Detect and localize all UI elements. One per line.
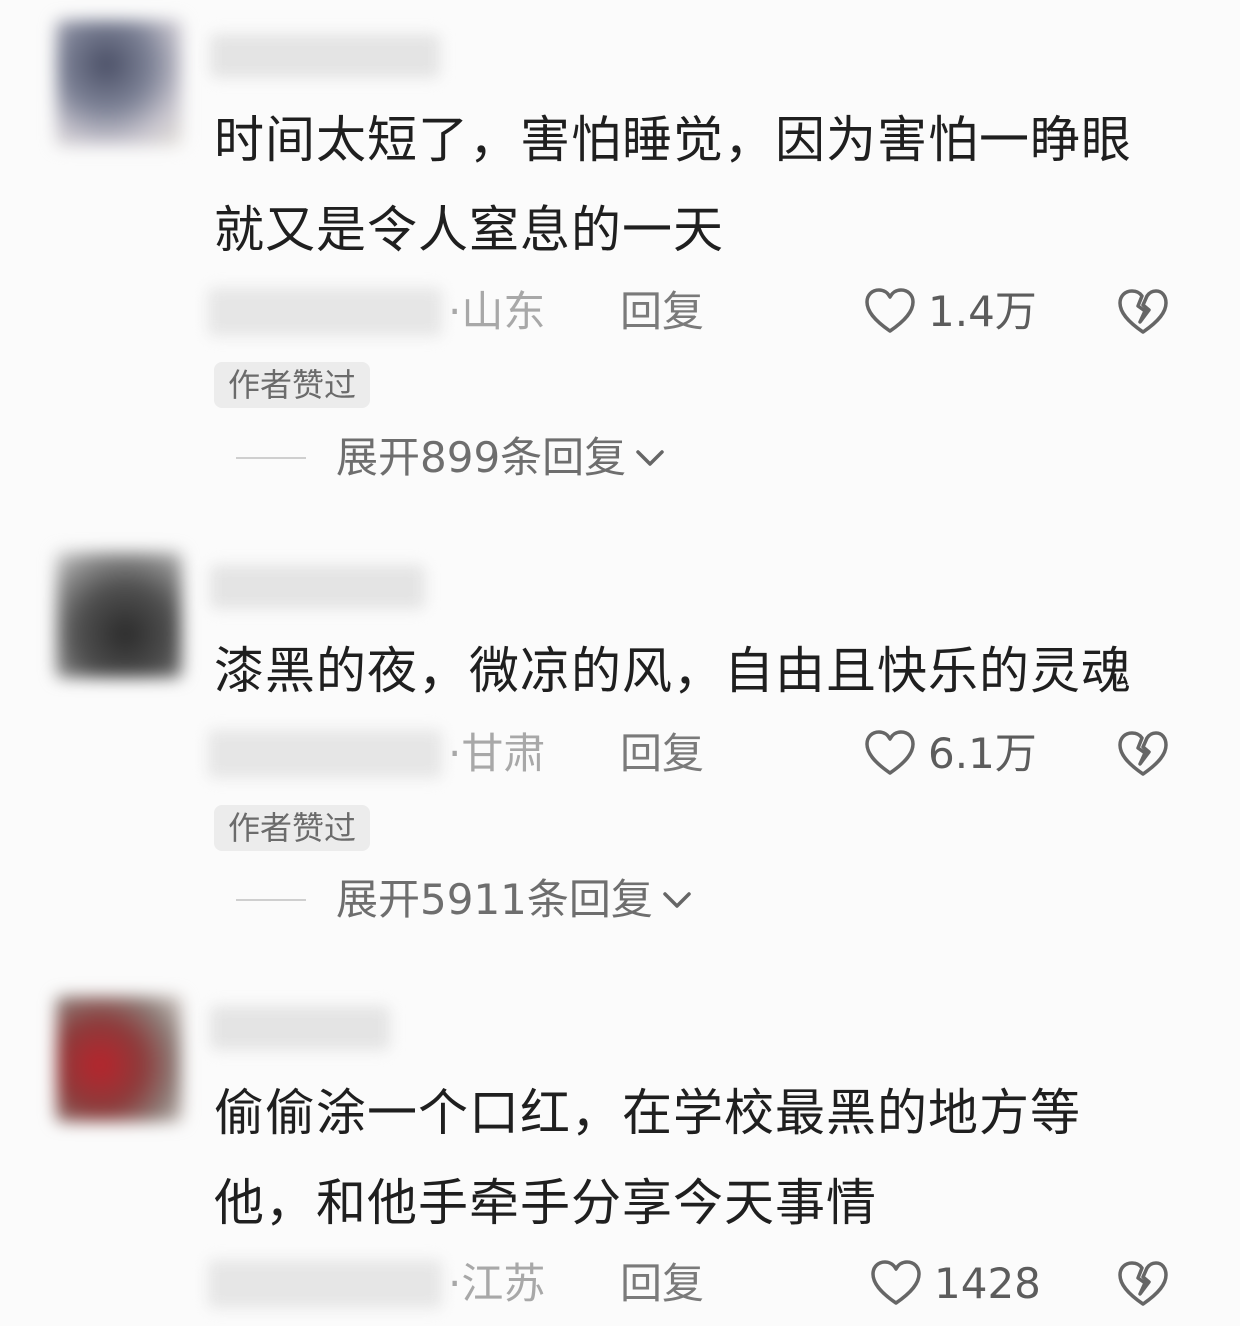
broken-heart-icon[interactable] — [1114, 1256, 1172, 1314]
like-count: 1.4万 — [928, 287, 1037, 336]
reply-button[interactable]: 回复 — [620, 282, 704, 342]
broken-heart-icon[interactable] — [1114, 284, 1172, 342]
comment-text-line: 就又是令人窒息的一天 — [214, 201, 724, 259]
comment-text-line: 时间太短了，害怕睡觉，因为害怕一睁眼 — [214, 111, 1132, 169]
timestamp-blurred — [208, 288, 442, 336]
comment-text-line: 漆黑的夜，微凉的风，自由且快乐的灵魂 — [214, 642, 1132, 700]
divider-line — [236, 457, 306, 459]
divider-line — [236, 899, 306, 901]
expand-replies-label: 展开899条回复 — [336, 428, 670, 488]
comment-meta: ·山东 回复 1.4万 — [0, 282, 1240, 342]
avatar[interactable] — [56, 20, 182, 146]
author-liked-badge: 作者赞过 — [214, 805, 371, 851]
location-label: ·江苏 — [448, 1259, 546, 1308]
comment-text-line: 他，和他手牵手分享今天事情 — [214, 1174, 877, 1232]
like-count: 1428 — [934, 1259, 1041, 1308]
like-button[interactable]: 6.1万 — [862, 724, 1037, 784]
like-button[interactable]: 1.4万 — [862, 282, 1037, 342]
avatar[interactable] — [56, 996, 182, 1122]
timestamp-blurred — [208, 730, 442, 778]
heart-outline-icon — [865, 730, 915, 775]
location-label: ·甘肃 — [448, 729, 546, 778]
comment-text-line: 偷偷涂一个口红，在学校最黑的地方等 — [214, 1084, 1081, 1142]
username-blurred[interactable] — [210, 565, 425, 609]
expand-replies-button[interactable]: 展开5911条回复 — [0, 870, 1240, 930]
chevron-down-icon — [636, 449, 664, 466]
reply-button[interactable]: 回复 — [620, 1254, 704, 1314]
comment-text: 漆黑的夜，微凉的风，自由且快乐的灵魂 — [214, 626, 1174, 716]
expand-replies-button[interactable]: 展开899条回复 — [0, 428, 1240, 488]
author-liked-badge: 作者赞过 — [214, 362, 371, 408]
comment-text: 时间太短了，害怕睡觉，因为害怕一睁眼 就又是令人窒息的一天 — [214, 95, 1174, 275]
comment-meta: ·甘肃 回复 6.1万 — [0, 724, 1240, 784]
avatar[interactable] — [56, 552, 182, 678]
timestamp-blurred — [208, 1260, 442, 1308]
like-button[interactable]: 1428 — [868, 1254, 1041, 1314]
reply-button[interactable]: 回复 — [620, 724, 704, 784]
comment-meta: ·江苏 回复 1428 — [0, 1254, 1240, 1314]
location-label: ·山东 — [448, 287, 546, 336]
username-blurred[interactable] — [210, 34, 440, 78]
chevron-down-icon — [663, 891, 691, 908]
heart-outline-icon — [865, 288, 915, 333]
username-blurred[interactable] — [210, 1006, 390, 1050]
broken-heart-icon[interactable] — [1114, 726, 1172, 784]
expand-replies-label: 展开5911条回复 — [336, 870, 697, 930]
comment-text: 偷偷涂一个口红，在学校最黑的地方等 他，和他手牵手分享今天事情 — [214, 1068, 1174, 1248]
like-count: 6.1万 — [928, 729, 1037, 778]
heart-outline-icon — [871, 1260, 921, 1305]
